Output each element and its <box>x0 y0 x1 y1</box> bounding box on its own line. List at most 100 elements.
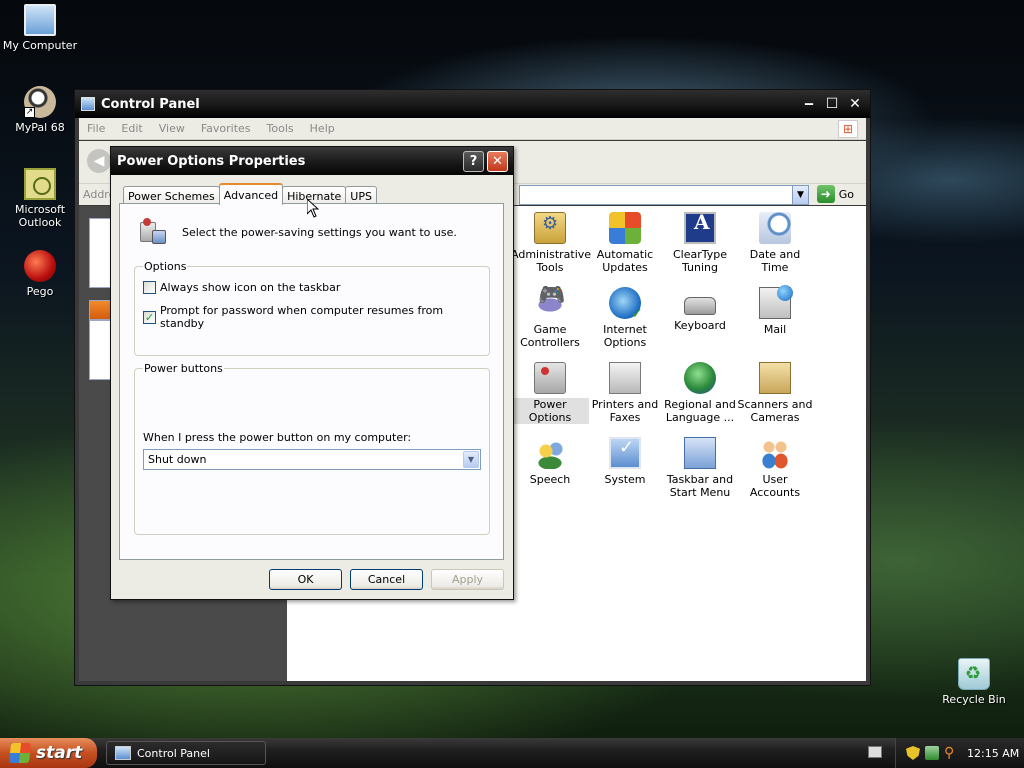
keyboard-layout-icon[interactable] <box>868 746 882 758</box>
menu-bar: File Edit View Favorites Tools Help ⊞ <box>79 118 866 140</box>
cp-item-taskbar-start-menu[interactable]: Taskbar and Start Menu <box>661 437 739 499</box>
regional-language-icon <box>684 362 716 394</box>
printers-faxes-icon <box>609 362 641 394</box>
cp-item-speech[interactable]: Speech <box>511 437 589 486</box>
cp-item-label: User Accounts <box>749 473 801 499</box>
power-plug-icon <box>138 218 170 246</box>
scanners-cameras-icon <box>759 362 791 394</box>
task-pane-box <box>89 320 111 380</box>
network-icon[interactable] <box>925 746 939 760</box>
search-icon[interactable]: ⚲ <box>944 746 958 760</box>
start-button[interactable]: start <box>0 738 97 768</box>
checkbox-label: Prompt for password when computer resume… <box>159 304 444 330</box>
control-panel-titlebar[interactable]: Control Panel ‒ ☐ ✕ <box>75 90 870 118</box>
system-tray: ⚲ 12:15 AM <box>895 738 1024 768</box>
cp-item-label: Speech <box>529 473 571 486</box>
desktop-icon-label: My Computer <box>2 39 78 52</box>
always-show-icon-option[interactable]: Always show icon on the taskbar <box>143 281 340 294</box>
shortcut-arrow-icon: ↗ <box>24 107 35 118</box>
cp-item-label: Automatic Updates <box>596 248 654 274</box>
cp-item-label: Internet Options <box>603 323 647 349</box>
back-button[interactable]: ◀ <box>87 149 111 173</box>
cp-item-label: Mail <box>763 323 787 336</box>
cp-item-regional-language[interactable]: Regional and Language ... <box>661 362 739 424</box>
help-button[interactable]: ? <box>463 150 484 172</box>
cp-item-label: System <box>604 473 646 486</box>
security-shield-icon[interactable] <box>906 746 920 760</box>
power-button-select-label: When I press the power button on my comp… <box>143 431 412 444</box>
cp-item-automatic-updates[interactable]: Automatic Updates <box>586 212 664 274</box>
close-button[interactable]: ✕ <box>845 94 865 114</box>
dialog-title: Power Options Properties <box>117 153 306 169</box>
task-pane-box <box>89 218 111 288</box>
power-buttons-group: Power buttons When I press the power but… <box>134 362 490 535</box>
prompt-password-checkbox[interactable]: ✓ <box>143 310 156 324</box>
taskbar-button-control-panel[interactable]: Control Panel <box>106 741 266 765</box>
power-button-action-select[interactable]: Shut down ▼ <box>143 449 481 470</box>
chevron-down-icon[interactable]: ▼ <box>463 451 479 468</box>
minimize-button[interactable]: ‒ <box>799 94 819 114</box>
cp-item-scanners-cameras[interactable]: Scanners and Cameras <box>736 362 814 424</box>
prompt-password-option[interactable]: ✓ Prompt for password when computer resu… <box>143 304 489 330</box>
chevron-down-icon: ▼ <box>797 190 804 200</box>
menu-tools[interactable]: Tools <box>259 122 302 135</box>
always-show-icon-checkbox[interactable] <box>143 281 156 294</box>
desktop-icon-outlook[interactable]: Microsoft Outlook <box>0 168 80 229</box>
cp-item-date-time[interactable]: Date and Time <box>736 212 814 274</box>
mail-icon <box>759 285 793 319</box>
desktop-icon-my-computer[interactable]: My Computer <box>0 4 80 52</box>
power-options-icon <box>534 362 566 394</box>
cp-item-keyboard[interactable]: Keyboard <box>661 287 739 332</box>
desktop-icon-pego[interactable]: Pego <box>0 250 80 298</box>
system-icon <box>609 437 641 469</box>
cp-item-administrative-tools[interactable]: Administrative Tools <box>511 212 592 274</box>
apply-button[interactable]: Apply <box>431 569 504 590</box>
taskbar: start Control Panel ⚲ 12:15 AM <box>0 738 1024 768</box>
back-arrow-icon: ◀ <box>93 153 105 169</box>
keyboard-icon <box>684 297 716 315</box>
desktop-icon-recycle-bin[interactable]: Recycle Bin <box>934 658 1014 706</box>
cp-item-cleartype-tuning[interactable]: ClearType Tuning <box>661 212 739 274</box>
administrative-tools-icon <box>534 212 566 244</box>
cp-item-label: Regional and Language ... <box>664 398 736 424</box>
cp-item-power-options[interactable]: Power Options <box>511 362 589 424</box>
date-time-icon <box>759 212 791 244</box>
game-controllers-icon <box>534 287 566 319</box>
cp-item-label: Power Options <box>511 398 589 424</box>
window-title: Control Panel <box>101 96 200 112</box>
cp-item-printers-faxes[interactable]: Printers and Faxes <box>586 362 664 424</box>
tab-advanced[interactable]: Advanced <box>218 183 284 205</box>
cp-item-label: Scanners and Cameras <box>737 398 813 424</box>
menu-help[interactable]: Help <box>302 122 343 135</box>
cp-item-user-accounts[interactable]: User Accounts <box>736 437 814 499</box>
cp-item-label: Game Controllers <box>520 323 580 349</box>
advanced-tab-panel: Select the power-saving settings you wan… <box>119 203 504 560</box>
cp-item-mail[interactable]: Mail <box>736 285 814 336</box>
power-buttons-legend: Power buttons <box>143 362 224 375</box>
cancel-button[interactable]: Cancel <box>350 569 423 590</box>
dialog-close-button[interactable]: ✕ <box>487 150 508 172</box>
cp-item-label: Administrative Tools <box>511 248 592 274</box>
dialog-titlebar[interactable]: Power Options Properties ? ✕ <box>111 147 513 175</box>
go-button[interactable]: ➜ Go <box>816 185 854 203</box>
ok-button[interactable]: OK <box>269 569 342 590</box>
desktop-icon-mypal[interactable]: ↗ MyPal 68 <box>0 86 80 134</box>
windows-logo-icon: ⊞ <box>838 119 858 138</box>
cp-item-game-controllers[interactable]: Game Controllers <box>511 287 589 349</box>
address-input[interactable]: ▼ <box>519 185 809 205</box>
my-computer-icon <box>24 4 56 36</box>
desktop-icon-label: Pego <box>26 285 54 298</box>
windows-flag-icon <box>8 743 32 763</box>
menu-favorites[interactable]: Favorites <box>193 122 259 135</box>
checkbox-label: Always show icon on the taskbar <box>160 281 341 294</box>
user-accounts-icon <box>759 437 791 469</box>
cp-item-system[interactable]: System <box>586 437 664 486</box>
maximize-button[interactable]: ☐ <box>822 94 842 114</box>
menu-edit[interactable]: Edit <box>113 122 150 135</box>
cp-item-internet-options[interactable]: Internet Options <box>586 287 664 349</box>
menu-view[interactable]: View <box>151 122 193 135</box>
address-dropdown-button[interactable]: ▼ <box>792 186 808 204</box>
menu-file[interactable]: File <box>79 122 113 135</box>
speech-icon <box>534 437 566 469</box>
clock[interactable]: 12:15 AM <box>967 747 1019 760</box>
